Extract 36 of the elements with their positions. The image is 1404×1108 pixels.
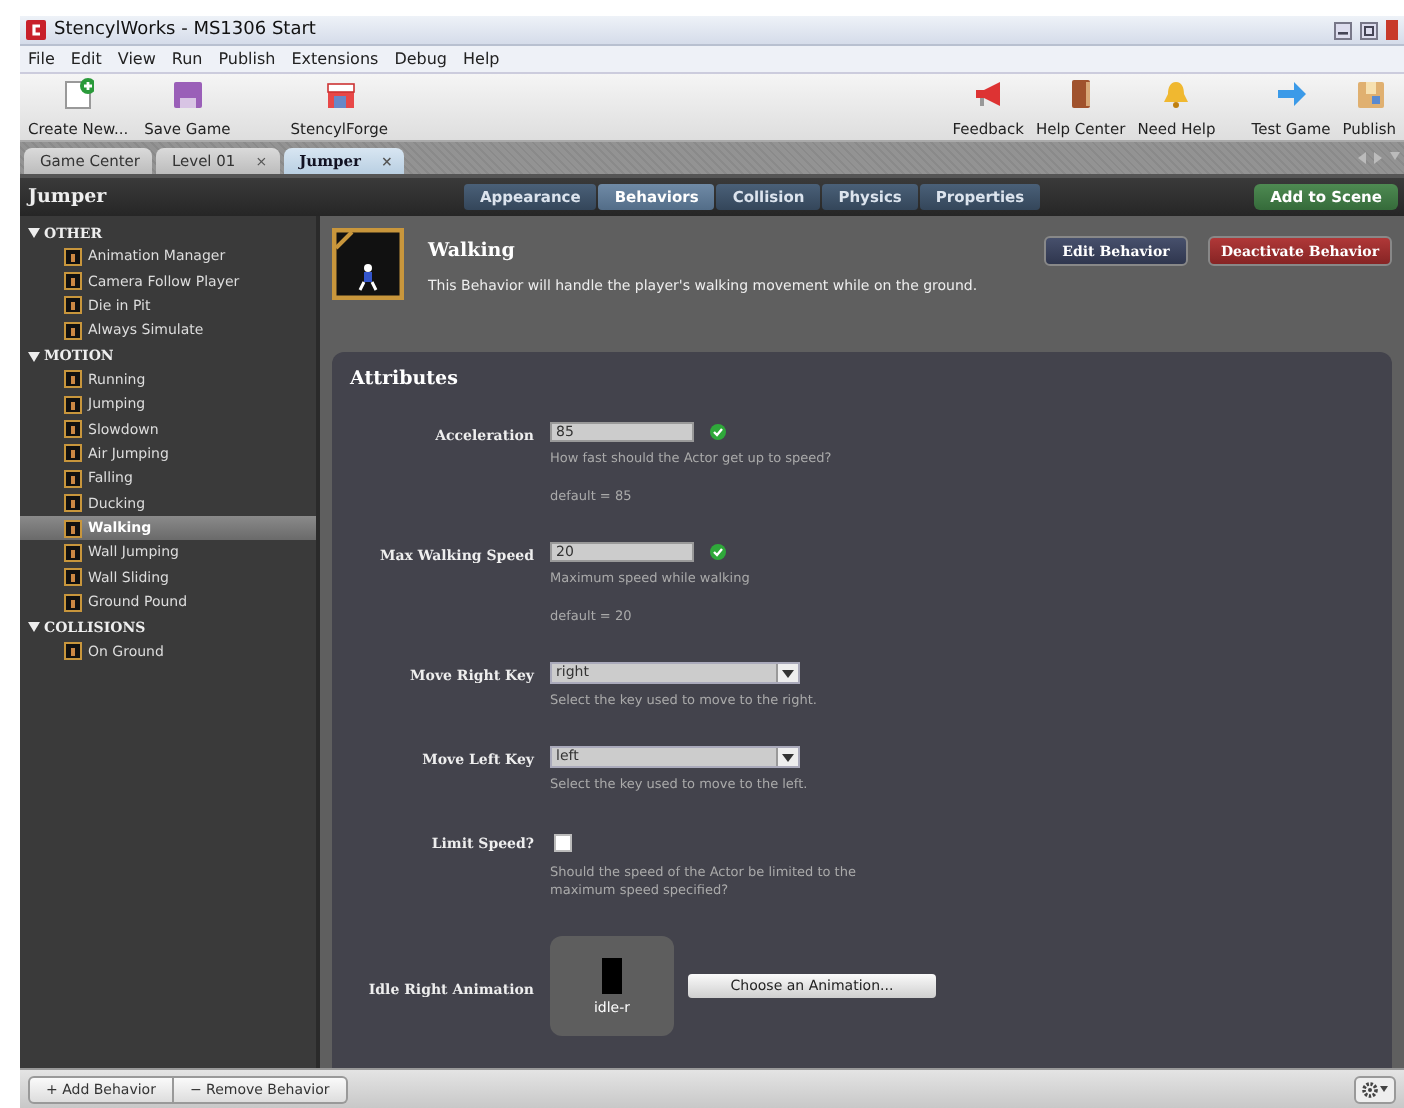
menu-item[interactable]: Help: [463, 50, 500, 68]
menu-item[interactable]: Extensions: [291, 50, 379, 68]
behavior-icon: [64, 642, 82, 661]
behavior-thumbnail-icon: [332, 228, 404, 300]
caret-icon: [1380, 1086, 1388, 1092]
behavior-name: Walking: [428, 240, 517, 262]
arrow-icon: [1275, 78, 1308, 110]
animation-frame-icon: [602, 957, 622, 993]
tab-menu-icon[interactable]: [1390, 152, 1400, 160]
dropdown-arrow-icon: [776, 748, 798, 766]
bell-icon: [1160, 78, 1193, 110]
menu-item[interactable]: Edit: [70, 50, 102, 68]
maximize-icon[interactable]: [1360, 21, 1378, 39]
scroll-left-icon[interactable]: [1358, 152, 1366, 164]
expanded-triangle-icon: [28, 349, 40, 362]
menu-item[interactable]: Run: [171, 50, 203, 68]
store-icon: [323, 78, 356, 110]
package-icon: [1353, 78, 1386, 110]
menu-item[interactable]: Publish: [218, 50, 276, 68]
minimize-icon[interactable]: [1334, 21, 1352, 39]
window-title: StencylWorks - MS1306 Start: [54, 20, 316, 40]
checkbox[interactable]: [554, 834, 572, 852]
megaphone-icon: [972, 78, 1005, 110]
expanded-triangle-icon: [28, 226, 40, 238]
new-file-icon: [62, 78, 95, 110]
menu-item[interactable]: Debug: [394, 50, 447, 68]
app-logo-icon: [26, 20, 46, 40]
object-title: Jumper: [28, 186, 109, 208]
settings-icon: [1362, 1081, 1378, 1097]
dropdown-arrow-icon: [776, 664, 798, 682]
menu-item[interactable]: View: [117, 50, 156, 68]
scroll-right-icon[interactable]: [1374, 152, 1382, 164]
settings-menu-button[interactable]: [1354, 1075, 1396, 1103]
menu-item[interactable]: File: [28, 50, 55, 68]
section-title: Attributes: [350, 368, 460, 390]
expanded-triangle-icon: [28, 620, 40, 633]
